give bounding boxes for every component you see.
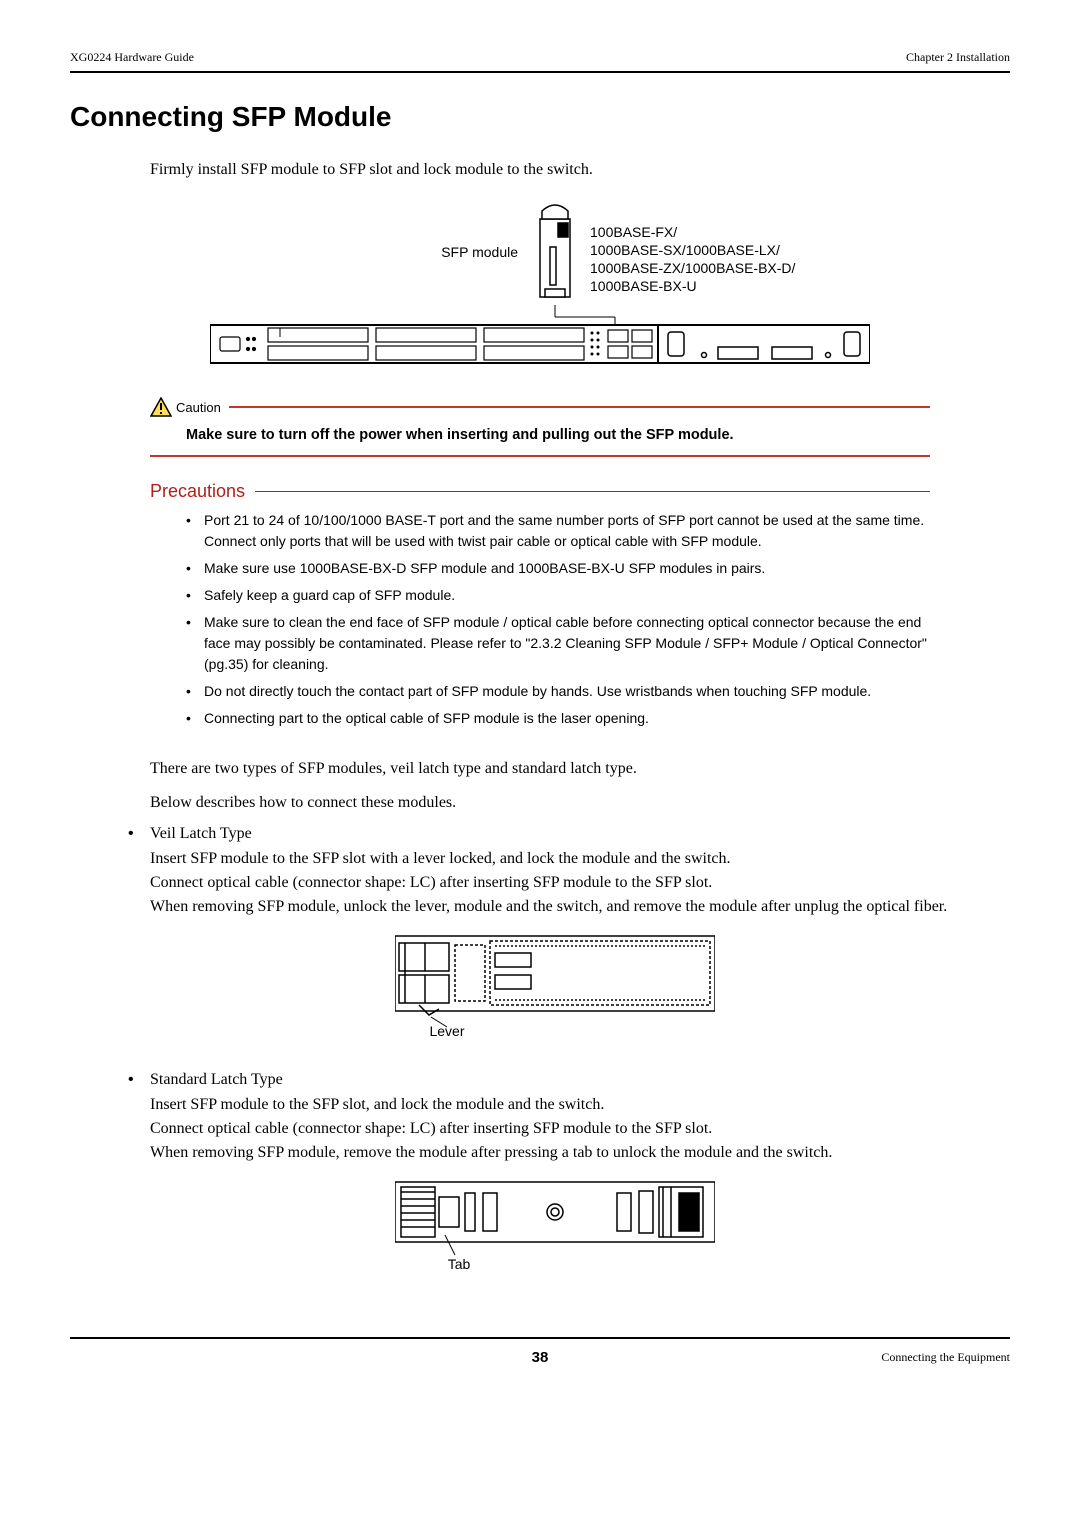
sfp-install-figure: SFP module 100BASE-FX/ 1000BASE-SX/1000B… — [70, 197, 1010, 367]
footer-rule — [70, 1337, 1010, 1339]
standards-line3: 1000BASE-ZX/1000BASE-BX-D/ — [590, 260, 796, 276]
veil-latch-name: Veil Latch Type — [150, 825, 960, 843]
paragraph-types-intro: There are two types of SFP modules, veil… — [150, 757, 930, 781]
standards-line4: 1000BASE-BX-U — [590, 278, 697, 294]
lever-callout: Lever — [429, 1023, 464, 1039]
caution-text: Make sure to turn off the power when ins… — [150, 417, 930, 455]
veil-latch-figure: Lever — [150, 931, 960, 1041]
page-number: 38 — [270, 1349, 810, 1366]
header-bar: XG0224 Hardware Guide Chapter 2 Installa… — [70, 50, 1010, 73]
precautions-block: Precautions Port 21 to 24 of 10/100/1000… — [150, 481, 930, 729]
precaution-item: Do not directly touch the contact part o… — [186, 681, 930, 702]
standards-line1: 100BASE-FX/ — [590, 224, 677, 240]
page-title: Connecting SFP Module — [70, 101, 1010, 133]
standard-latch-name: Standard Latch Type — [150, 1071, 960, 1089]
intro-text: Firmly install SFP module to SFP slot an… — [150, 161, 1010, 179]
veil-latch-body: Insert SFP module to the SFP slot with a… — [150, 847, 960, 919]
standard-latch-figure: Tab — [150, 1177, 960, 1277]
precaution-item: Connecting part to the optical cable of … — [186, 708, 930, 729]
header-left: XG0224 Hardware Guide — [70, 50, 194, 65]
footer-text: Connecting the Equipment — [810, 1350, 1010, 1365]
caution-triangle-icon — [150, 397, 172, 417]
tab-callout: Tab — [448, 1256, 471, 1272]
precaution-item: Port 21 to 24 of 10/100/1000 BASE-T port… — [186, 510, 930, 552]
veil-latch-item: Veil Latch Type Insert SFP module to the… — [120, 825, 960, 1041]
precaution-item: Make sure use 1000BASE-BX-D SFP module a… — [186, 558, 930, 579]
footer: 38 Connecting the Equipment — [70, 1349, 1010, 1366]
precautions-label: Precautions — [150, 481, 245, 502]
precautions-list: Port 21 to 24 of 10/100/1000 BASE-T port… — [150, 502, 930, 729]
precaution-item: Make sure to clean the end face of SFP m… — [186, 612, 930, 675]
caution-label: Caution — [176, 400, 225, 415]
caution-block: Caution Make sure to turn off the power … — [150, 397, 930, 457]
standard-latch-body: Insert SFP module to the SFP slot, and l… — [150, 1093, 960, 1165]
precaution-item: Safely keep a guard cap of SFP module. — [186, 585, 930, 606]
sfp-module-label: SFP module — [441, 244, 518, 260]
standard-latch-item: Standard Latch Type Insert SFP module to… — [120, 1071, 960, 1277]
header-right: Chapter 2 Installation — [906, 50, 1010, 65]
standards-line2: 1000BASE-SX/1000BASE-LX/ — [590, 242, 780, 258]
paragraph-howto: Below describes how to connect these mod… — [150, 791, 930, 815]
